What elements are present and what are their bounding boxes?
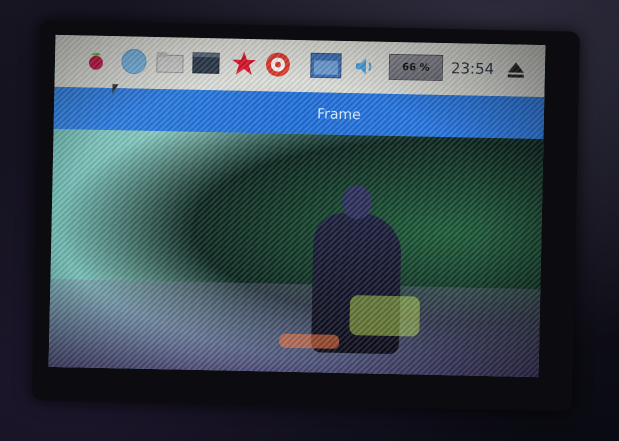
terminal-button[interactable] <box>191 48 222 79</box>
math-icon <box>232 51 257 76</box>
clock[interactable]: 23:54 <box>451 59 495 78</box>
globe-icon <box>121 49 147 75</box>
screen: 66 % 23:54 Frame <box>48 34 546 378</box>
mouse-cursor <box>112 84 119 95</box>
window-icon <box>310 52 342 79</box>
menu-button[interactable] <box>81 45 112 76</box>
terminal-icon <box>192 52 220 74</box>
volume-button[interactable] <box>351 51 382 82</box>
light-reflection <box>279 333 340 349</box>
mathematica-button[interactable] <box>229 49 260 80</box>
volume-icon <box>355 58 372 75</box>
active-window-button[interactable] <box>309 50 344 81</box>
raspberry-icon <box>88 52 103 70</box>
window-title: Frame <box>316 106 361 124</box>
folder-icon <box>156 52 184 74</box>
camera-frame <box>48 128 544 378</box>
cpu-usage-meter[interactable]: 66 % <box>388 53 444 82</box>
wolfram-icon <box>265 52 290 77</box>
file-manager-button[interactable] <box>155 47 186 78</box>
eject-icon <box>507 62 524 78</box>
web-browser-button[interactable] <box>119 46 150 77</box>
wolfram-button[interactable] <box>263 49 294 80</box>
bike-highlight <box>349 295 421 337</box>
eject-button[interactable] <box>501 54 532 85</box>
floor-area <box>48 278 541 378</box>
